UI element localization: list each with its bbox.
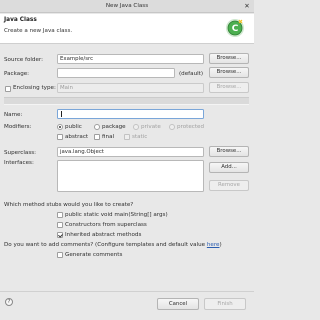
help-icon[interactable]: ? [5, 298, 13, 306]
window-title: New Java Class [105, 3, 149, 9]
header-description: Create a new Java class. [4, 28, 73, 34]
header-title: Java Class [4, 17, 37, 23]
section-separator [4, 97, 249, 105]
modifier-protected-label: protected [177, 124, 205, 130]
superclass-field[interactable]: java.lang.Object [57, 147, 204, 157]
stub-main-label: public static void main(String[] args) [65, 212, 168, 218]
comments-question-end: ) [219, 242, 222, 248]
enclosing-type-browse-button[interactable]: Browse... [209, 82, 249, 93]
stub-inherited-label: Inherited abstract methods [65, 232, 142, 238]
modifier-public-label: public [65, 124, 82, 130]
package-default-label: (default) [179, 71, 204, 77]
modifier-static-checkbox[interactable] [124, 134, 130, 140]
source-folder-browse-button[interactable]: Browse... [209, 53, 249, 64]
cancel-button[interactable]: Cancel [157, 298, 199, 310]
text-caret [61, 111, 62, 117]
source-folder-label: Source folder: [4, 57, 44, 63]
modifier-abstract-label: abstract [65, 134, 89, 140]
footer-divider [0, 291, 254, 292]
method-stubs-question: Which method stubs would you like to cre… [4, 202, 134, 208]
wizard-header: Java Class Create a new Java class. C [0, 14, 254, 44]
svg-text:C: C [232, 24, 239, 34]
modifier-package-label: package [102, 124, 126, 130]
package-browse-button[interactable]: Browse... [209, 67, 249, 78]
interfaces-add-button[interactable]: Add... [209, 162, 249, 173]
modifier-final-label: final [102, 134, 115, 140]
modifier-private-radio[interactable] [133, 124, 139, 130]
stub-inherited-checkbox[interactable] [57, 232, 63, 238]
modifier-package-radio[interactable] [94, 124, 100, 130]
superclass-label: Superclass: [4, 150, 37, 156]
finish-button[interactable]: Finish [204, 298, 246, 310]
comments-question: Do you want to add comments? (Configure … [4, 242, 222, 248]
configure-templates-link[interactable]: here [207, 242, 220, 248]
stub-main-checkbox[interactable] [57, 212, 63, 218]
interfaces-remove-button[interactable]: Remove [209, 180, 249, 191]
enclosing-type-label: Enclosing type: [13, 85, 56, 91]
stub-constructors-checkbox[interactable] [57, 222, 63, 228]
modifier-public-radio[interactable] [57, 124, 63, 130]
title-bar: New Java Class ✕ [0, 0, 254, 13]
generate-comments-checkbox[interactable] [57, 252, 63, 258]
modifier-private-label: private [141, 124, 161, 130]
superclass-browse-button[interactable]: Browse... [209, 146, 249, 157]
modifier-abstract-checkbox[interactable] [57, 134, 63, 140]
stub-constructors-label: Constructors from superclass [65, 222, 147, 228]
source-folder-field[interactable]: Example/src [57, 54, 204, 64]
modifiers-label: Modifiers: [4, 124, 32, 130]
interfaces-label: Interfaces: [4, 160, 34, 166]
name-label: Name: [4, 112, 23, 118]
modifier-final-checkbox[interactable] [94, 134, 100, 140]
modifier-static-label: static [132, 134, 148, 140]
package-field[interactable] [57, 68, 175, 78]
new-class-wizard-icon: C [226, 19, 244, 37]
close-icon[interactable]: ✕ [243, 2, 251, 10]
modifier-protected-radio[interactable] [169, 124, 175, 130]
enclosing-type-field[interactable]: Main [57, 83, 204, 93]
enclosing-type-checkbox[interactable] [5, 86, 11, 92]
name-field[interactable] [57, 109, 204, 119]
comments-question-text: Do you want to add comments? (Configure … [4, 242, 207, 248]
package-label: Package: [4, 71, 30, 77]
generate-comments-label: Generate comments [65, 252, 123, 258]
interfaces-list[interactable] [57, 160, 204, 192]
